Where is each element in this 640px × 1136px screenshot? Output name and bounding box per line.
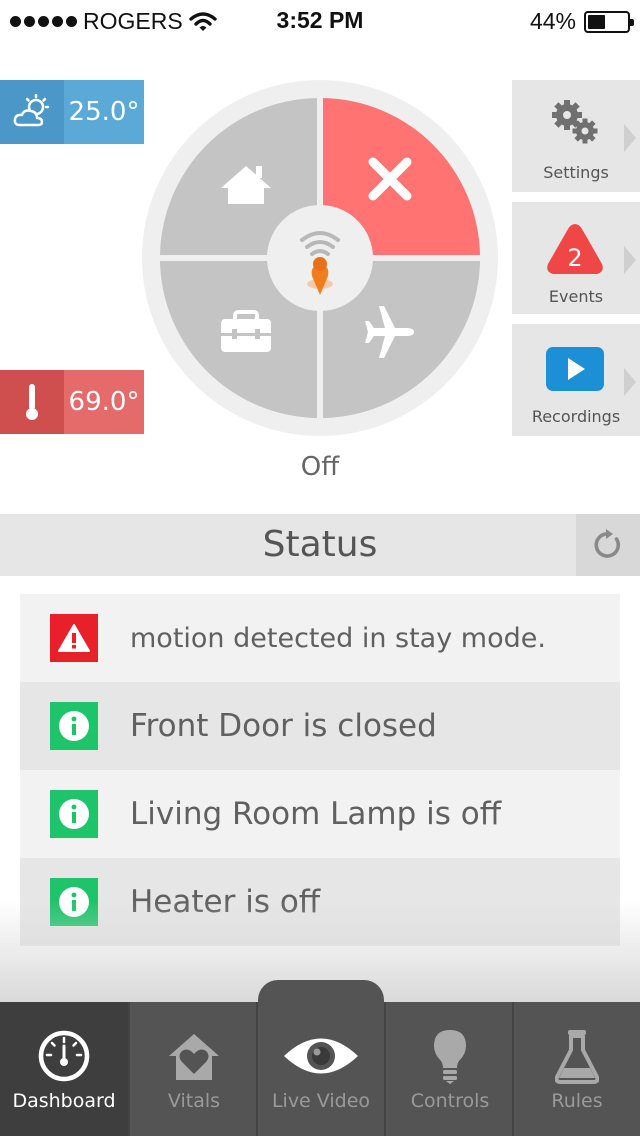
status-item-motion[interactable]: motion detected in stay mode.	[20, 594, 620, 682]
status-list: motion detected in stay mode. Front Door…	[20, 594, 620, 946]
tab-vitals[interactable]: Vitals	[130, 1002, 258, 1136]
gauge-icon	[0, 1028, 128, 1084]
status-item-heater[interactable]: Heater is off	[20, 858, 620, 946]
chevron-right-icon	[624, 124, 636, 152]
tab-label: Live Video	[271, 1090, 371, 1112]
events-button[interactable]: 2 Events	[512, 202, 640, 314]
status-header: Status	[0, 514, 640, 576]
play-icon	[546, 347, 604, 391]
battery-icon	[584, 10, 634, 33]
partly-cloudy-icon	[0, 80, 64, 144]
tab-label: Rules	[551, 1090, 603, 1112]
tab-label: Controls	[410, 1090, 490, 1112]
eye-icon	[258, 1028, 384, 1084]
house-heart-icon	[130, 1028, 258, 1084]
settings-label: Settings	[543, 163, 609, 182]
thermometer-icon	[0, 370, 64, 434]
alert-icon	[50, 614, 98, 662]
status-item-text: Heater is off	[130, 884, 321, 920]
status-item-living-room-lamp[interactable]: Living Room Lamp is off	[20, 770, 620, 858]
recordings-button[interactable]: Recordings	[512, 324, 640, 436]
chevron-right-icon	[624, 368, 636, 396]
status-item-front-door[interactable]: Front Door is closed	[20, 682, 620, 770]
recordings-label: Recordings	[531, 407, 621, 426]
flask-icon	[514, 1028, 640, 1084]
chevron-right-icon	[624, 246, 636, 274]
refresh-button[interactable]	[576, 514, 640, 576]
gears-icon	[552, 100, 598, 144]
status-title: Status	[262, 524, 378, 565]
current-mode-label: Off	[300, 452, 340, 482]
tab-rules[interactable]: Rules	[514, 1002, 640, 1136]
lightbulb-icon	[386, 1028, 514, 1084]
info-icon	[50, 702, 98, 750]
status-item-text: motion detected in stay mode.	[130, 622, 546, 654]
refresh-icon	[594, 529, 621, 558]
status-item-text: Front Door is closed	[130, 708, 437, 744]
events-label: Events	[548, 287, 604, 306]
tab-controls[interactable]: Controls	[386, 1002, 514, 1136]
info-icon	[50, 878, 98, 926]
battery-level	[588, 14, 605, 29]
mode-center	[267, 205, 373, 311]
tab-dashboard[interactable]: Dashboard	[0, 1002, 128, 1136]
settings-button[interactable]: Settings	[512, 80, 640, 192]
outdoor-weather-tile[interactable]: 25.0°	[0, 80, 144, 144]
tab-label: Vitals	[167, 1090, 221, 1112]
status-item-text: Living Room Lamp is off	[130, 796, 502, 832]
security-mode-wheel	[142, 80, 498, 436]
ios-status-bar: ROGERS 3:52 PM 44%	[0, 0, 640, 40]
outdoor-temperature: 25.0°	[64, 80, 144, 144]
info-icon	[50, 790, 98, 838]
indoor-temperature-tile[interactable]: 69.0°	[0, 370, 144, 434]
battery-group: 44%	[529, 8, 634, 35]
bottom-tab-bar: Dashboard Vitals Live Video Controls Rul…	[0, 1002, 640, 1136]
battery-percent: 44%	[529, 8, 576, 34]
tab-live-video[interactable]: Live Video	[258, 1002, 384, 1136]
events-count-badge: 2	[567, 244, 583, 272]
indoor-temperature: 69.0°	[64, 370, 144, 434]
tab-label: Dashboard	[12, 1090, 116, 1112]
